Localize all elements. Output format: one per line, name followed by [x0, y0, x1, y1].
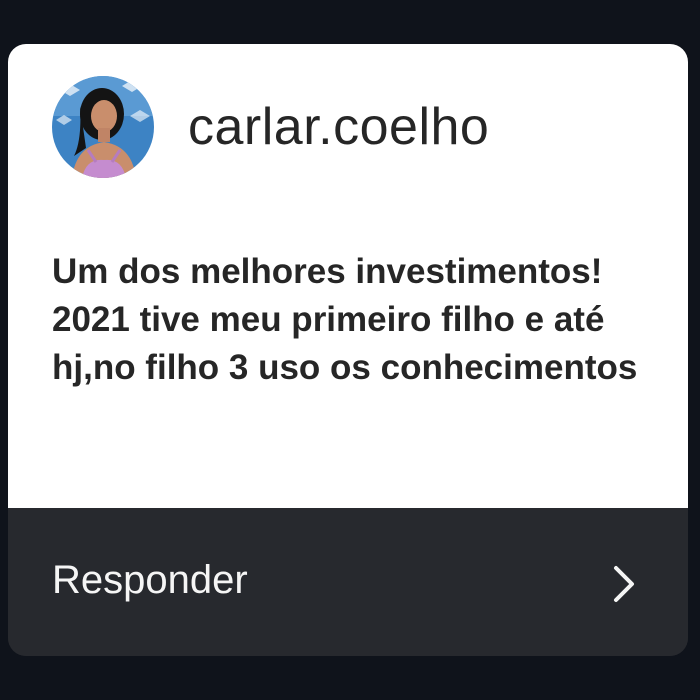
avatar[interactable]	[52, 76, 154, 178]
story-reply-screen: carlar.coelho Um dos melhores investimen…	[0, 0, 700, 700]
avatar-photo-icon	[52, 76, 154, 178]
comment-header: carlar.coelho	[52, 76, 489, 178]
comment-card: carlar.coelho Um dos melhores investimen…	[8, 44, 688, 656]
comment-body: carlar.coelho Um dos melhores investimen…	[8, 44, 688, 508]
comment-text: Um dos melhores investimentos! 2021 tive…	[52, 252, 638, 387]
reply-label: Responder	[52, 558, 248, 602]
username[interactable]: carlar.coelho	[188, 97, 489, 157]
reply-button[interactable]: Responder	[8, 508, 688, 656]
chevron-right-icon	[614, 566, 634, 602]
